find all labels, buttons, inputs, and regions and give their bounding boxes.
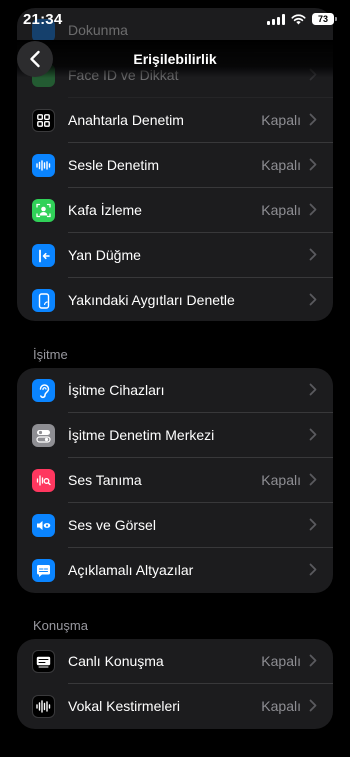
list-item-value: Kapalı: [261, 472, 301, 488]
eye-speaker-icon: [32, 514, 55, 537]
list-item-head-tracking[interactable]: Kafa İzleme Kapalı: [17, 188, 333, 233]
list-item-value: Kapalı: [261, 112, 301, 128]
chevron-right-icon: [309, 113, 317, 126]
list-item-voice-control[interactable]: Sesle Denetim Kapalı: [17, 143, 333, 188]
waveform-icon: [32, 695, 55, 718]
list-item-hearing-control-center[interactable]: İşitme Denetim Merkezi: [17, 413, 333, 458]
chevron-right-icon: [309, 563, 317, 576]
list-item-label: Yan Düğme: [68, 247, 141, 263]
chevron-right-icon: [309, 158, 317, 171]
status-time: 21:34: [23, 11, 63, 28]
waveform-icon: [32, 154, 55, 177]
chevron-right-icon: [309, 383, 317, 396]
speech-settings-group: Canlı Konuşma Kapalı Vokal Kestirmeleri …: [17, 639, 333, 729]
captions-icon: [32, 559, 55, 582]
list-item-label: Sesle Denetim: [68, 157, 160, 173]
list-item-audio-visual[interactable]: Ses ve Görsel: [17, 503, 333, 548]
status-icons: 73: [267, 13, 337, 25]
chevron-right-icon: [309, 428, 317, 441]
hearing-settings-group: İşitme Cihazları İşitme Denetim Merkezi …: [17, 368, 333, 593]
list-item-label: Vokal Kestirmeleri: [68, 698, 181, 714]
section-header-speech: Konuşma: [33, 618, 88, 633]
list-item-label: Ses ve Görsel: [68, 517, 156, 533]
list-item-switch-control[interactable]: Anahtarla Denetim Kapalı: [17, 98, 333, 143]
list-item-hearing-devices[interactable]: İşitme Cihazları: [17, 368, 333, 413]
list-item-label: Yakındaki Aygıtları Denetle: [68, 292, 235, 308]
list-item-value: Kapalı: [261, 653, 301, 669]
list-item-nearby-devices[interactable]: Yakındaki Aygıtları Denetle: [17, 278, 333, 321]
toggles-icon: [32, 424, 55, 447]
list-item-label: Kafa İzleme: [68, 202, 142, 218]
list-item-label: İşitme Denetim Merkezi: [68, 427, 215, 443]
chevron-right-icon: [309, 203, 317, 216]
list-item-side-button[interactable]: Yan Düğme: [17, 233, 333, 278]
chevron-right-icon: [309, 654, 317, 667]
list-item-label: Canlı Konuşma: [68, 653, 164, 669]
wifi-icon: [291, 13, 306, 24]
list-item-vocal-shortcuts[interactable]: Vokal Kestirmeleri Kapalı: [17, 684, 333, 729]
phone-icon: [32, 289, 55, 312]
chevron-right-icon: [309, 473, 317, 486]
chevron-right-icon: [309, 518, 317, 531]
ear-icon: [32, 379, 55, 402]
list-item-value: Kapalı: [261, 698, 301, 714]
list-item-label: Anahtarla Denetim: [68, 112, 184, 128]
list-item-live-speech[interactable]: Canlı Konuşma Kapalı: [17, 639, 333, 684]
navigation-bar: Erişilebilirlik: [0, 40, 350, 78]
person-face-icon: [32, 199, 55, 222]
list-item-value: Kapalı: [261, 157, 301, 173]
battery-icon: 73: [312, 13, 337, 25]
list-item-captions[interactable]: Açıklamalı Altyazılar: [17, 548, 333, 593]
chevron-right-icon: [309, 699, 317, 712]
cellular-signal-icon: [267, 13, 285, 25]
list-item-label: Ses Tanıma: [68, 472, 142, 488]
list-item-label: Açıklamalı Altyazılar: [68, 562, 194, 578]
list-item-label: İşitme Cihazları: [68, 382, 165, 398]
grid-icon: [32, 109, 55, 132]
side-button-icon: [32, 244, 55, 267]
list-item-value: Kapalı: [261, 202, 301, 218]
keyboard-icon: [32, 650, 55, 673]
page-title: Erişilebilirlik: [133, 51, 217, 67]
sound-recognition-icon: [32, 469, 55, 492]
status-bar: 21:34 73: [0, 0, 350, 40]
section-header-hearing: İşitme: [33, 347, 68, 362]
chevron-right-icon: [309, 248, 317, 261]
list-item-sound-recognition[interactable]: Ses Tanıma Kapalı: [17, 458, 333, 503]
chevron-right-icon: [309, 293, 317, 306]
